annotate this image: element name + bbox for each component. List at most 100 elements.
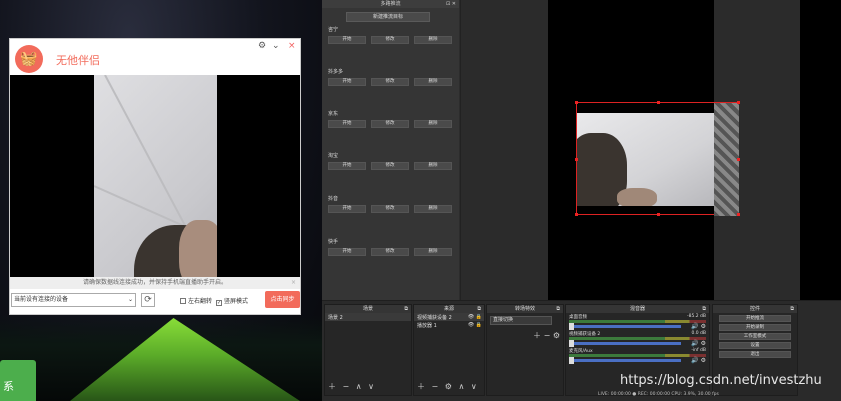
chevron-down-icon: ⌄ <box>127 296 133 303</box>
dock-close-icon[interactable]: ⊡ ✕ <box>446 0 456 8</box>
start-target-button[interactable]: 开始 <box>328 78 366 86</box>
delete-target-button[interactable]: 删除 <box>414 78 452 86</box>
resize-handle[interactable] <box>575 158 578 161</box>
delete-target-button[interactable]: 删除 <box>414 248 452 256</box>
resize-handle[interactable] <box>657 101 660 104</box>
source-item-label: 播放器 1 <box>417 323 437 329</box>
controls-title: 控件 <box>749 306 760 312</box>
visibility-lock-icons[interactable]: 👁 🔒 <box>468 322 482 328</box>
volume-knob[interactable] <box>569 357 574 364</box>
source-item[interactable]: 播放器 1 👁 🔒 <box>414 321 484 329</box>
control-button[interactable]: 工作室模式 <box>719 333 791 340</box>
minimize-icon[interactable]: ⌄ <box>272 41 280 51</box>
start-sync-button[interactable]: 点击同步 <box>265 291 300 308</box>
desktop-app-tile[interactable]: 系 <box>0 360 36 401</box>
channel-db: 0.0 dB <box>691 331 706 336</box>
volume-knob[interactable] <box>569 323 574 330</box>
stream-target-name: 咨宁 <box>328 27 339 33</box>
dock-float-icon[interactable]: ⧉ <box>477 305 481 313</box>
delete-target-button[interactable]: 删除 <box>414 36 452 44</box>
settings-icon[interactable]: ⚙ <box>258 41 266 51</box>
delete-target-button[interactable]: 删除 <box>414 205 452 213</box>
sources-toolbar[interactable]: ＋ − ⚙ ∧ ∨ <box>417 381 479 392</box>
transitions-toolbar[interactable]: ＋ − ⚙ <box>533 330 560 341</box>
transitions-header: 转场特效 ⧉ <box>487 305 563 313</box>
preview-canvas[interactable] <box>548 0 740 300</box>
device-select-value: 当前设有连接的设备 <box>14 296 69 303</box>
volume-slider[interactable] <box>569 323 681 330</box>
dock-float-icon[interactable]: ⧉ <box>702 305 706 313</box>
landscape-checkbox[interactable]: ✓ 竖屏模式 <box>216 296 248 306</box>
source-item[interactable]: 视频捕获设备 2 👁 🔒 <box>414 313 484 321</box>
new-stream-target-button[interactable]: 新建推流目标 <box>346 12 430 22</box>
stream-target-row: 抖多多开始 修改 删除 <box>328 68 456 98</box>
source-cropped-area <box>714 103 739 216</box>
device-select[interactable]: 当前设有连接的设备 ⌄ <box>11 293 136 307</box>
resize-handle[interactable] <box>737 213 740 216</box>
mixer-channel: 视频捕获设备 2 0.0 dB 🔊 ⚙ <box>569 331 706 347</box>
stream-target-name: 抖多多 <box>328 69 344 75</box>
resize-handle[interactable] <box>575 101 578 104</box>
control-button[interactable]: 设置 <box>719 342 791 349</box>
refresh-button[interactable]: ⟳ <box>141 293 155 307</box>
mixer-channel: 麦克风/Aux -inf dB 🔊 ⚙ <box>569 348 706 364</box>
resize-handle[interactable] <box>737 158 740 161</box>
dock-float-icon[interactable]: ⧉ <box>790 305 794 313</box>
start-target-button[interactable]: 开始 <box>328 248 366 256</box>
multistream-dock: 多路推流 ⊡ ✕ 新建推流目标 咨宁 开始 修改 删除 抖多多 开始 修改 删除 京东 开始 修改 删除… <box>322 0 459 300</box>
edit-target-button[interactable]: 修改 <box>371 205 409 213</box>
transition-select[interactable]: 直接切换 <box>490 316 552 325</box>
start-target-button[interactable]: 开始 <box>328 120 366 128</box>
start-target-button[interactable]: 开始 <box>328 36 366 44</box>
multistream-dock-title: 多路推流 ⊡ ✕ <box>322 0 459 8</box>
volume-slider[interactable] <box>569 340 681 347</box>
control-button[interactable]: 退出 <box>719 351 791 358</box>
edit-target-button[interactable]: 修改 <box>371 36 409 44</box>
landscape-label: 竖屏模式 <box>224 298 249 305</box>
stream-target-name: 京东 <box>328 111 339 117</box>
scene-item[interactable]: 场景 2 <box>325 313 411 321</box>
resize-handle[interactable] <box>575 213 578 216</box>
source-video-frame <box>577 113 714 206</box>
tip-close-icon[interactable]: × <box>291 277 296 289</box>
desktop-tile-label: 系 <box>3 380 14 393</box>
edit-target-button[interactable]: 修改 <box>371 78 409 86</box>
edit-target-button[interactable]: 修改 <box>371 120 409 128</box>
resize-handle[interactable] <box>657 213 660 216</box>
scenes-toolbar[interactable]: ＋ − ∧ ∨ <box>328 381 376 392</box>
scenes-title: 场景 <box>362 306 373 312</box>
selected-source[interactable] <box>575 101 740 216</box>
close-icon[interactable]: × <box>288 41 296 51</box>
control-button[interactable]: 开始录制 <box>719 324 791 331</box>
mirror-label: 左右翻转 <box>188 298 213 305</box>
resize-handle[interactable] <box>737 101 740 104</box>
control-button[interactable]: 开始推流 <box>719 315 791 322</box>
mirror-checkbox[interactable]: 左右翻转 <box>180 296 212 305</box>
volume-slider[interactable] <box>569 357 681 364</box>
volume-meter <box>569 354 706 357</box>
edit-target-button[interactable]: 修改 <box>371 162 409 170</box>
app-title: 无他伴侣 <box>56 54 100 67</box>
edit-target-button[interactable]: 修改 <box>371 248 409 256</box>
delete-target-button[interactable]: 删除 <box>414 120 452 128</box>
stream-target-name: 抖音 <box>328 196 339 202</box>
visibility-lock-icons[interactable]: 👁 🔒 <box>468 314 482 320</box>
volume-meter <box>569 337 706 340</box>
sources-panel: 来源 ⧉ 视频捕获设备 2 👁 🔒 播放器 1 👁 🔒 ＋ − ⚙ ∧ ∨ <box>413 304 485 396</box>
speaker-gear-icons[interactable]: 🔊 ⚙ <box>691 323 706 330</box>
tip-text: 请确保数据线连接成功，并保持手机端直播助手开启。 <box>82 279 227 286</box>
dock-float-icon[interactable]: ⧉ <box>404 305 408 313</box>
checkbox-icon <box>180 298 186 304</box>
mixer-title: 混音器 <box>629 306 645 312</box>
start-target-button[interactable]: 开始 <box>328 162 366 170</box>
transitions-title: 转场特效 <box>514 306 535 312</box>
start-target-button[interactable]: 开始 <box>328 205 366 213</box>
mixer-header: 混音器 ⧉ <box>566 305 709 313</box>
speaker-gear-icons[interactable]: 🔊 ⚙ <box>691 340 706 347</box>
delete-target-button[interactable]: 删除 <box>414 162 452 170</box>
volume-knob[interactable] <box>569 340 574 347</box>
dock-float-icon[interactable]: ⧉ <box>556 305 560 313</box>
phone-mirror-window: 🧺 无他伴侣 ⚙ ⌄ × <box>9 38 301 315</box>
desktop-edge <box>800 0 841 300</box>
speaker-gear-icons[interactable]: 🔊 ⚙ <box>691 357 706 364</box>
